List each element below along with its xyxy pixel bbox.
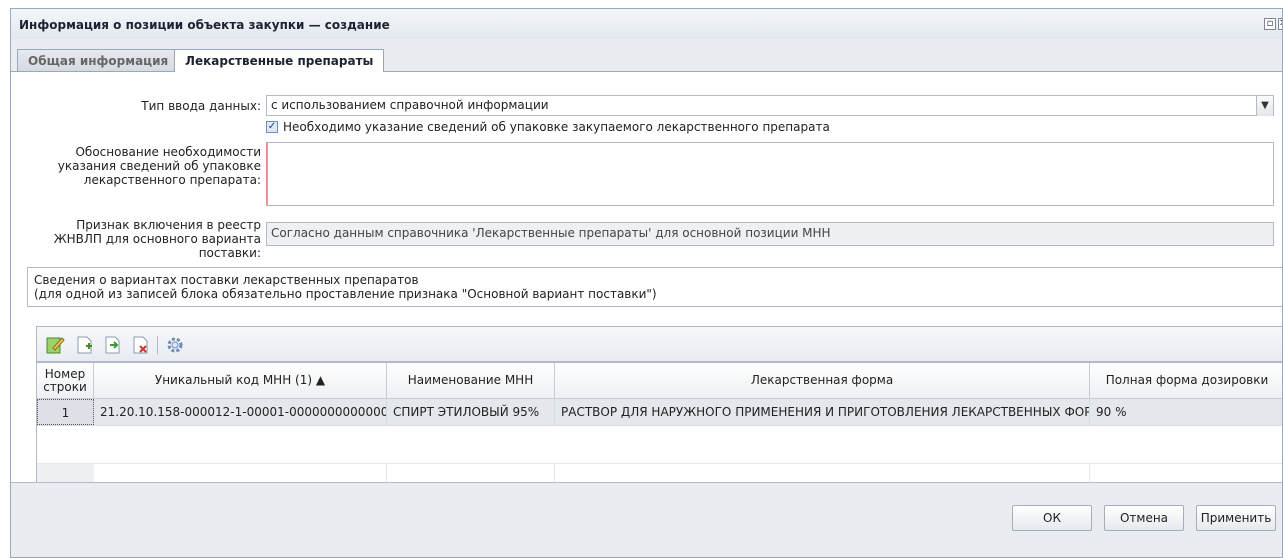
mnn-name-cell: СПИРТ ЭТИЛОВЫЙ 95% [387,399,555,425]
justification-label: Обоснование необходимости указания сведе… [57,145,261,187]
maximize-icon[interactable]: ▫ [1264,18,1276,30]
mnn-code-cell: 21.20.10.158-000012-1-00001-000000000000… [94,399,387,425]
input-type-select[interactable]: с использованием справочной информации ▼ [266,95,1274,116]
packaging-checkbox[interactable]: ✓ [266,121,278,133]
delivery-variants-grid: Номер строки Уникальный код МНН (1) ▲ На… [36,362,1282,488]
zhnvlp-label: Признак включения в реестр ЖНВЛП для осн… [53,218,261,260]
title-bar: Информация о позиции объекта закупки — с… [11,9,1282,39]
col-header-dosage-form[interactable]: Лекарственная форма [555,363,1090,399]
col-header-mnn-name[interactable]: Наименование МНН [387,363,555,399]
packaging-checkbox-label: Необходимо указание сведений об упаковке… [283,120,830,134]
info-line-1: Сведения о вариантах поставки лекарствен… [34,273,419,287]
apply-button[interactable]: Применить [1196,505,1276,531]
add-row-icon[interactable] [75,335,95,355]
delivery-variants-info: Сведения о вариантах поставки лекарствен… [27,267,1282,307]
tab-general-info[interactable]: Общая информация [17,49,180,71]
ok-button[interactable]: ОК [1012,505,1092,531]
justification-textarea[interactable] [266,142,1274,206]
close-icon[interactable]: ✕ [1278,18,1282,30]
cancel-button[interactable]: Отмена [1104,505,1184,531]
delete-row-icon[interactable] [131,335,151,355]
toolbar-separator [157,336,158,354]
dialog-window: Информация о позиции объекта закупки — с… [10,8,1283,558]
table-row[interactable]: 1 21.20.10.158-000012-1-00001-0000000000… [37,399,1282,426]
row-number-cell: 1 [37,399,94,425]
input-type-value: с использованием справочной информации [271,98,549,112]
tab-panel: Тип ввода данных: с использованием справ… [11,72,1282,488]
settings-gear-icon[interactable] [165,335,185,355]
col-header-mnn-code[interactable]: Уникальный код МНН (1) ▲ [94,363,387,399]
grid-toolbar [36,326,1282,362]
tab-label: Лекарственные препараты [185,54,374,68]
input-type-label: Тип ввода данных: [141,99,261,113]
info-line-2: (для одной из записей блока обязательно … [34,287,657,301]
dialog-footer: ОК Отмена Применить [11,482,1282,557]
edit-icon[interactable] [45,335,65,355]
tab-label: Общая информация [28,54,169,68]
import-icon[interactable] [103,335,123,355]
col-header-row-number[interactable]: Номер строки [37,363,94,399]
tab-medicines[interactable]: Лекарственные препараты [174,49,385,72]
tab-strip: Общая информация Лекарственные препараты [11,39,1282,72]
window-title: Информация о позиции объекта закупки — с… [19,18,390,32]
zhnvlp-value: Согласно данным справочника 'Лекарственн… [271,226,831,240]
chevron-down-icon[interactable]: ▼ [1256,96,1273,116]
full-dosage-cell: 90 % [1096,405,1127,419]
col-header-full-dosage[interactable]: Полная форма дозировки [1090,363,1282,399]
zhnvlp-field: Согласно данным справочника 'Лекарственн… [266,222,1274,246]
dosage-form-cell: РАСТВОР ДЛЯ НАРУЖНОГО ПРИМЕНЕНИЯ И ПРИГО… [555,399,1090,425]
